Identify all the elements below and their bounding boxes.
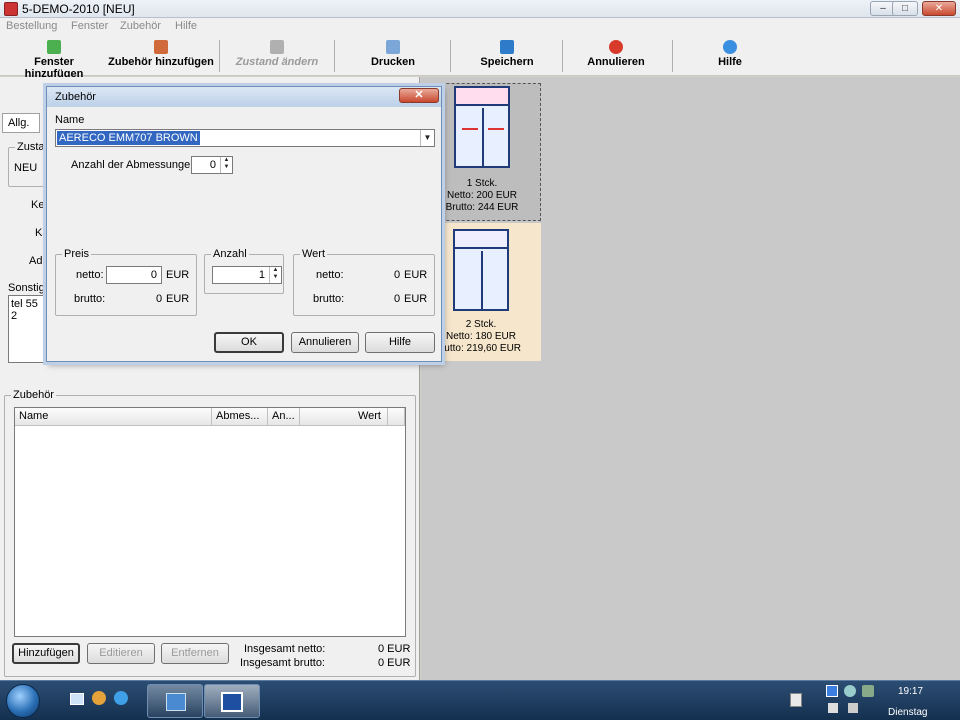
menu-fenster[interactable]: Fenster: [71, 20, 108, 32]
dialog-cancel-button[interactable]: Annulieren: [291, 332, 359, 353]
change-state-button[interactable]: Zustand ändern: [224, 38, 330, 74]
start-button[interactable]: [6, 684, 40, 718]
toolbar-separator: [219, 40, 220, 72]
toolbar-separator: [334, 40, 335, 72]
action-center-icon[interactable]: [790, 693, 802, 707]
edit-accessory-button[interactable]: Editieren: [87, 643, 155, 664]
value-net: 0: [394, 269, 401, 281]
save-button[interactable]: Speichern: [456, 38, 558, 74]
price-group: Preis netto: 0 EUR brutto: 0 EUR: [55, 248, 197, 316]
menu-bar: Bestellung Fenster Zubehör Hilfe: [0, 18, 960, 36]
add-accessory-button[interactable]: Zubehör hinzufügen: [108, 38, 214, 74]
column-filler: [388, 408, 405, 426]
value-group: Wert netto: 0 EUR brutto: 0 EUR: [293, 248, 435, 316]
column-value[interactable]: Wert: [300, 408, 388, 426]
dimensions-stepper[interactable]: 0 ▲ ▼: [191, 156, 233, 174]
value-gross: 0: [394, 293, 401, 305]
column-quantity[interactable]: An...: [268, 408, 300, 426]
show-desktop-icon[interactable]: [70, 693, 84, 705]
name-label: Name: [55, 114, 85, 126]
clock-day[interactable]: Dienstag: [888, 707, 927, 718]
column-dimensions[interactable]: Abmes...: [212, 408, 268, 426]
spinner-arrows-icon[interactable]: ▲ ▼: [220, 157, 232, 173]
menu-hilfe[interactable]: Hilfe: [175, 20, 197, 32]
state-value: NEU: [14, 162, 38, 174]
taskbar-app-demo[interactable]: [204, 684, 260, 718]
toolbar-separator: [562, 40, 563, 72]
add-window-icon: [47, 40, 61, 54]
battery-icon[interactable]: [862, 685, 874, 697]
app-icon: [4, 2, 18, 16]
total-net-value: 0 EUR: [378, 643, 411, 655]
maximize-button[interactable]: □: [892, 1, 918, 16]
other-label: Sonstige: [8, 282, 51, 294]
value-gross-label: brutto:: [313, 293, 345, 305]
ok-button[interactable]: OK: [214, 332, 284, 353]
price-net-input[interactable]: 0: [106, 266, 162, 284]
taskbar-app-explorer[interactable]: [147, 684, 203, 718]
clock-time[interactable]: 19:17: [898, 686, 923, 697]
remove-accessory-button[interactable]: Entfernen: [161, 643, 229, 664]
accessory-dialog: Zubehör ✕ Name AERECO EMM707 BROWN ▼ Anz…: [46, 86, 442, 362]
other-textarea[interactable]: tel 55 2: [8, 295, 48, 363]
label-adr: Adr: [29, 255, 47, 267]
price-gross-value: 0: [156, 293, 163, 305]
value-net-label: netto:: [316, 269, 344, 281]
window-title: 5-DEMO-2010 [NEU]: [22, 2, 135, 16]
floppy-disk-icon: [500, 40, 514, 54]
taskbar: 19:17 Dienstag: [0, 680, 960, 720]
network-icon[interactable]: [844, 685, 856, 697]
add-accessory-list-button[interactable]: Hinzufügen: [12, 643, 80, 664]
tab-general[interactable]: Allg.: [2, 113, 40, 133]
value-gross-currency: EUR: [404, 293, 428, 305]
menu-zubehoer[interactable]: Zubehör: [120, 20, 161, 32]
title-bar: 5-DEMO-2010 [NEU] – □ ✕: [0, 0, 960, 18]
print-button[interactable]: Drucken: [340, 38, 446, 74]
windows-canvas[interactable]: 1 Stck. Netto: 200 EUR Brutto: 244 EUR 2…: [421, 77, 960, 680]
quantity-group: Anzahl 1 ▲ ▼: [204, 248, 284, 294]
quantity-stepper[interactable]: 1 ▲ ▼: [212, 266, 282, 284]
price-gross-label: brutto:: [74, 293, 106, 305]
state-group: Zustan NEU: [8, 141, 53, 187]
toolbar-separator: [450, 40, 451, 72]
total-net-label: Insgesamt netto:: [244, 643, 326, 655]
value-net-currency: EUR: [404, 269, 428, 281]
total-gross-label: Insgesamt brutto:: [240, 657, 325, 669]
name-combobox[interactable]: AERECO EMM707 BROWN ▼: [55, 129, 435, 147]
browser-icon[interactable]: [114, 691, 128, 705]
price-net-label: netto:: [76, 269, 104, 281]
cancel-button[interactable]: Annulieren: [568, 38, 664, 74]
accessories-list[interactable]: Name Abmes... An... Wert: [14, 407, 406, 637]
add-accessory-icon: [154, 40, 168, 54]
dialog-title: Zubehör: [55, 91, 96, 103]
price-gross-currency: EUR: [166, 293, 190, 305]
name-value: AERECO EMM707 BROWN: [57, 131, 200, 145]
column-name[interactable]: Name: [15, 408, 212, 426]
toolbar: Fenster hinzufügen Zubehör hinzufügen Zu…: [0, 36, 960, 80]
window-drawing: [453, 229, 509, 311]
close-button[interactable]: ✕: [922, 1, 956, 16]
tray-app-icon[interactable]: [826, 685, 838, 697]
toolbar-separator: [672, 40, 673, 72]
label-ke: Ke: [31, 199, 45, 211]
dialog-help-button[interactable]: Hilfe: [365, 332, 435, 353]
add-window-button[interactable]: Fenster hinzufügen: [4, 38, 104, 80]
dialog-close-button[interactable]: ✕: [399, 88, 439, 103]
dialog-title-bar: Zubehör ✕: [47, 87, 441, 107]
dimensions-label: Anzahl der Abmessungen:: [71, 159, 200, 171]
printer-icon: [386, 40, 400, 54]
help-button[interactable]: Hilfe: [680, 38, 780, 74]
chevron-down-icon[interactable]: ▼: [420, 130, 434, 146]
help-icon: [723, 40, 737, 54]
volume-icon[interactable]: [828, 703, 838, 713]
price-net-currency: EUR: [166, 269, 190, 281]
clock-app-icon[interactable]: [92, 691, 106, 705]
menu-bestellung[interactable]: Bestellung: [6, 20, 57, 32]
arrow-right-icon: [270, 40, 284, 54]
flag-icon[interactable]: [848, 703, 858, 713]
window-drawing: [454, 86, 510, 168]
total-gross-value: 0 EUR: [378, 657, 411, 669]
spinner-arrows-icon[interactable]: ▲ ▼: [269, 267, 281, 283]
stop-icon: [609, 40, 623, 54]
